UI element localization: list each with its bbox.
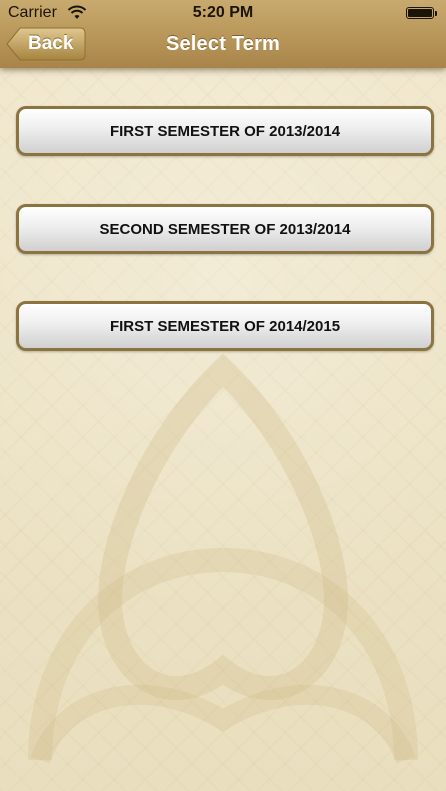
emblem-watermark [28, 353, 418, 764]
battery-icon [406, 7, 437, 19]
status-time: 5:20 PM [192, 4, 254, 21]
term-button-second-2013-2014[interactable]: SECOND SEMESTER OF 2013/2014 [16, 204, 434, 254]
term-button-first-2014-2015[interactable]: FIRST SEMESTER OF 2014/2015 [16, 301, 434, 351]
status-bar: Carrier 5:20 PM [0, 0, 446, 26]
navigation-bar: Carrier 5:20 PM Back Select Term [0, 0, 446, 68]
page-title: Select Term [165, 33, 281, 55]
term-button-first-2013-2014[interactable]: FIRST SEMESTER OF 2013/2014 [16, 106, 434, 156]
